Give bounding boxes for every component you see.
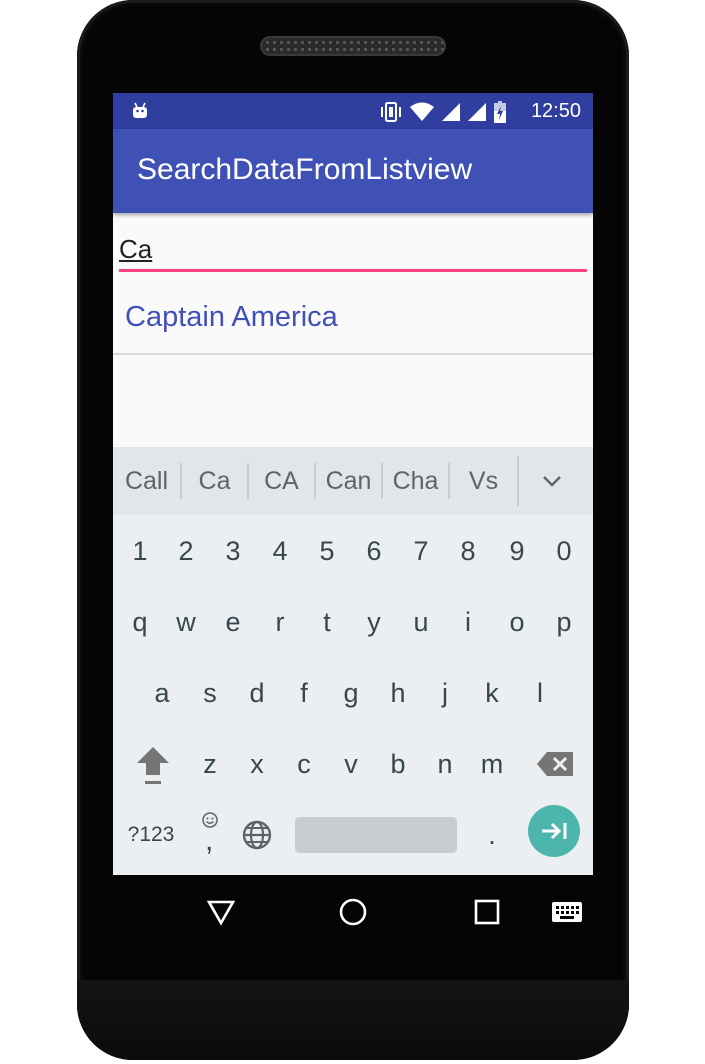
- key[interactable]: z: [187, 734, 233, 794]
- back-button[interactable]: [201, 895, 241, 929]
- key[interactable]: q: [117, 592, 163, 652]
- key[interactable]: y: [351, 592, 397, 652]
- key[interactable]: x: [234, 734, 280, 794]
- key[interactable]: 6: [351, 521, 397, 581]
- suggestion-item[interactable]: CA: [249, 463, 316, 499]
- language-key[interactable]: [234, 805, 280, 865]
- letter-row-3: z x c v b n m: [113, 734, 593, 794]
- key[interactable]: 0: [541, 521, 587, 581]
- key[interactable]: n: [422, 734, 468, 794]
- key[interactable]: j: [422, 663, 468, 723]
- key[interactable]: l: [517, 663, 563, 723]
- key[interactable]: 9: [494, 521, 540, 581]
- globe-icon: [242, 820, 272, 850]
- shift-icon: [137, 747, 169, 784]
- key[interactable]: c: [281, 734, 327, 794]
- home-button[interactable]: [333, 895, 373, 929]
- key[interactable]: 5: [304, 521, 350, 581]
- signal-icon: [442, 103, 460, 121]
- app-title: SearchDataFromListview: [137, 153, 473, 186]
- search-input[interactable]: Ca: [119, 230, 587, 272]
- key[interactable]: 2: [163, 521, 209, 581]
- space-bar[interactable]: [295, 817, 457, 853]
- key[interactable]: r: [257, 592, 303, 652]
- list-item-label: Captain America: [125, 301, 338, 333]
- search-input-value: Ca: [119, 234, 153, 264]
- app-bar: SearchDataFromListview: [113, 129, 593, 213]
- list-item[interactable]: Captain America: [113, 283, 593, 355]
- backspace-icon: [537, 752, 573, 776]
- letter-row-1: q w e r t y u i o p: [113, 592, 593, 652]
- wifi-icon: [410, 102, 434, 121]
- signal-2-icon: [468, 103, 486, 121]
- key[interactable]: b: [375, 734, 421, 794]
- recents-button[interactable]: [467, 895, 507, 929]
- vibrate-icon: [381, 102, 401, 122]
- key[interactable]: 3: [210, 521, 256, 581]
- expand-suggestions-button[interactable]: [519, 474, 585, 488]
- shift-key[interactable]: [127, 734, 179, 794]
- key[interactable]: u: [398, 592, 444, 652]
- key[interactable]: 1: [117, 521, 163, 581]
- symbols-key[interactable]: ?123: [121, 805, 181, 865]
- comma-label: ,: [205, 824, 214, 857]
- key[interactable]: 7: [398, 521, 444, 581]
- soft-keyboard: Call Ca CA Can Cha Vs 1 2 3 4 5 6 7 8 9 …: [113, 447, 593, 875]
- next-button[interactable]: [528, 805, 580, 857]
- status-bar: 12:50: [113, 93, 593, 129]
- status-time: 12:50: [530, 100, 581, 122]
- key[interactable]: k: [469, 663, 515, 723]
- key[interactable]: m: [469, 734, 515, 794]
- key[interactable]: w: [163, 592, 209, 652]
- key[interactable]: i: [445, 592, 491, 652]
- suggestion-item[interactable]: Vs: [450, 463, 517, 499]
- key[interactable]: g: [328, 663, 374, 723]
- key[interactable]: d: [234, 663, 280, 723]
- keyboard-switch-button[interactable]: [547, 895, 587, 929]
- suggestion-item[interactable]: Ca: [182, 463, 249, 499]
- key[interactable]: t: [304, 592, 350, 652]
- earpiece-speaker: [260, 36, 446, 56]
- home-icon: [339, 898, 367, 926]
- period-key[interactable]: .: [469, 805, 515, 865]
- key[interactable]: 8: [445, 521, 491, 581]
- backspace-key[interactable]: [531, 734, 579, 794]
- device-screen: 12:50 SearchDataFromListview Ca Captain …: [113, 93, 593, 875]
- navigation-bar: [113, 875, 593, 947]
- number-row: 1 2 3 4 5 6 7 8 9 0: [113, 521, 593, 581]
- emoji-comma-key[interactable]: ,: [187, 805, 233, 865]
- key[interactable]: p: [541, 592, 587, 652]
- key[interactable]: f: [281, 663, 327, 723]
- phone-chin: [77, 980, 629, 1060]
- keyboard-switch-icon: [552, 902, 582, 922]
- letter-row-2: a s d f g h j k l: [113, 663, 593, 723]
- next-icon: [542, 822, 567, 840]
- suggestion-strip: Call Ca CA Can Cha Vs: [113, 447, 593, 515]
- key[interactable]: a: [139, 663, 185, 723]
- key[interactable]: o: [494, 592, 540, 652]
- key[interactable]: e: [210, 592, 256, 652]
- back-icon: [206, 900, 236, 926]
- chevron-down-icon: [543, 476, 561, 487]
- android-debug-icon: [133, 102, 147, 118]
- battery-charging-icon: [494, 101, 506, 123]
- suggestion-item[interactable]: Call: [113, 463, 182, 499]
- suggestion-item[interactable]: Can: [316, 463, 383, 499]
- key[interactable]: v: [328, 734, 374, 794]
- suggestion-item[interactable]: Cha: [383, 463, 450, 499]
- key[interactable]: s: [187, 663, 233, 723]
- recents-icon: [474, 899, 500, 925]
- key[interactable]: 4: [257, 521, 303, 581]
- key[interactable]: h: [375, 663, 421, 723]
